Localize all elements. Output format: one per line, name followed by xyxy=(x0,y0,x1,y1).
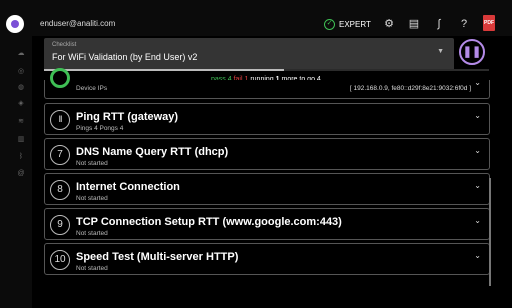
test-step-number: 8 xyxy=(50,180,70,200)
running-status-icon: II xyxy=(50,110,70,130)
test-item-tcp-connection[interactable]: 9 TCP Connection Setup RTT (www.google.c… xyxy=(44,208,490,240)
expert-label: EXPERT xyxy=(339,20,371,29)
chevron-down-icon[interactable]: ⌄ xyxy=(474,216,481,225)
cloud-icon[interactable]: ☁ xyxy=(16,49,26,59)
pass-status-ring xyxy=(50,68,70,88)
test-item-subtitle: Not started xyxy=(76,195,108,202)
dropdown-caret-icon: ▼ xyxy=(437,48,444,55)
top-bar: enduser@analiti.com ✓ EXPERT ⚙ ▤ ∫ ? PDF xyxy=(0,0,512,36)
expert-mode-badge[interactable]: ✓ EXPERT xyxy=(324,19,371,30)
pdf-icon[interactable]: PDF xyxy=(483,15,495,31)
test-item-title: TCP Connection Setup RTT (www.google.com… xyxy=(76,216,342,228)
chevron-down-icon[interactable]: ⌄ xyxy=(474,181,481,190)
test-step-number: 7 xyxy=(50,145,70,165)
app-logo-icon[interactable] xyxy=(6,15,24,33)
chevron-down-icon[interactable]: ⌄ xyxy=(474,146,481,155)
at-icon[interactable]: @ xyxy=(16,169,26,179)
test-item-subtitle: Not started xyxy=(76,265,108,272)
test-item-subtitle: Device IPs xyxy=(76,85,108,92)
check-circle-icon[interactable]: ◎ xyxy=(16,67,26,77)
test-progress-fill xyxy=(44,69,285,71)
test-item-title: Ping RTT (gateway) xyxy=(76,111,179,123)
help-icon[interactable]: ? xyxy=(457,17,471,31)
test-item-internet-connection[interactable]: 8 Internet Connection Not started ⌄ xyxy=(44,173,490,205)
test-step-number: 9 xyxy=(50,215,70,235)
checklist-value: For WiFi Validation (by End User) v2 xyxy=(52,52,198,62)
check-circle-icon: ✓ xyxy=(324,19,335,30)
chevron-down-icon[interactable]: ⌄ xyxy=(474,78,481,87)
test-step-number: 10 xyxy=(50,250,70,270)
test-item-ping-rtt[interactable]: II Ping RTT (gateway) Pings 4 Pongs 4 ⌄ xyxy=(44,103,490,135)
globe-icon[interactable]: ◍ xyxy=(16,83,26,93)
test-item-subtitle: Not started xyxy=(76,230,108,237)
test-item-subtitle: Not started xyxy=(76,160,108,167)
scrollbar[interactable] xyxy=(489,178,491,286)
bar-chart-icon[interactable]: ▥ xyxy=(16,135,26,145)
chevron-down-icon[interactable]: ⌄ xyxy=(474,111,481,120)
app-frame: enduser@analiti.com ✓ EXPERT ⚙ ▤ ∫ ? PDF… xyxy=(0,0,512,308)
device-ip-list: [ 192.168.0.9, fe80::d29f:8e21:9032:6f0d… xyxy=(349,85,471,92)
checklist-dropdown[interactable]: Checklist For WiFi Validation (by End Us… xyxy=(44,38,454,69)
chevron-down-icon[interactable]: ⌄ xyxy=(474,251,481,260)
graph-icon[interactable]: ∫ xyxy=(432,17,446,31)
user-email: enduser@analiti.com xyxy=(40,19,116,28)
test-item-device-ips[interactable]: Device IPs [ 192.168.0.9, fe80::d29f:8e2… xyxy=(44,68,490,99)
test-item-title: Speed Test (Multi-server HTTP) xyxy=(76,251,239,263)
test-item-subtitle: Pings 4 Pongs 4 xyxy=(76,125,124,132)
bluetooth-icon[interactable]: ᛒ xyxy=(16,152,26,162)
test-item-dns-query[interactable]: 7 DNS Name Query RTT (dhcp) Not started … xyxy=(44,138,490,170)
sidebar: ☁ ◎ ◍ ◈ ≋ ▥ ᛒ @ xyxy=(0,36,32,308)
shield-icon[interactable]: ◈ xyxy=(16,99,26,109)
test-item-title: Internet Connection xyxy=(76,181,180,193)
test-item-title: DNS Name Query RTT (dhcp) xyxy=(76,146,229,158)
test-item-speed-test[interactable]: 10 Speed Test (Multi-server HTTP) Not st… xyxy=(44,243,490,275)
wifi-icon[interactable]: ≋ xyxy=(16,117,26,127)
test-list: Device IPs [ 192.168.0.9, fe80::d29f:8e2… xyxy=(44,68,491,308)
pause-button[interactable]: ❚❚ xyxy=(459,39,485,65)
checklist-label: Checklist xyxy=(52,42,77,48)
test-progress-bar xyxy=(44,69,489,71)
feedback-icon[interactable]: ▤ xyxy=(407,17,421,31)
gear-icon[interactable]: ⚙ xyxy=(382,17,396,31)
